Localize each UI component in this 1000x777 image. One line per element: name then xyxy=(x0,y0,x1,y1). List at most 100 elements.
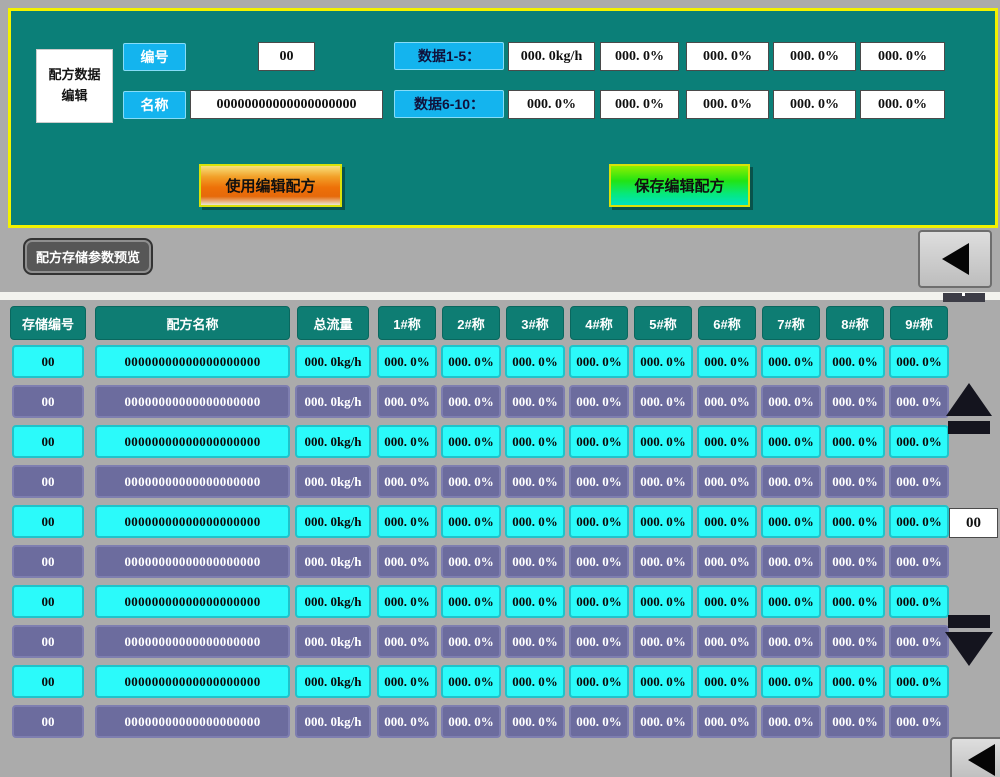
table-cell-scale-8: 000. 0% xyxy=(825,665,885,698)
table-cell-scale-2: 000. 0% xyxy=(441,465,501,498)
table-cell-scale-3: 000. 0% xyxy=(505,385,565,418)
table-cell-recipe-name: 00000000000000000000 xyxy=(95,545,290,578)
table-cell-scale-3: 000. 0% xyxy=(505,345,565,378)
table-cell-scale-6: 000. 0% xyxy=(697,425,757,458)
table-cell-recipe-name: 00000000000000000000 xyxy=(95,585,290,618)
table-cell-scale-4: 000. 0% xyxy=(569,465,629,498)
table-cell-scale-8: 000. 0% xyxy=(825,425,885,458)
table-cell-scale-6: 000. 0% xyxy=(697,585,757,618)
table-header-total-flow: 总流量 xyxy=(297,306,369,340)
table-cell-scale-8: 000. 0% xyxy=(825,625,885,658)
table-cell-total-flow: 000. 0kg/h xyxy=(295,705,371,738)
table-cell-scale-7: 000. 0% xyxy=(761,385,821,418)
table-cell-scale-5: 000. 0% xyxy=(633,705,693,738)
table-cell-scale-6: 000. 0% xyxy=(697,625,757,658)
table-cell-scale-4: 000. 0% xyxy=(569,665,629,698)
table-cell-scale-5: 000. 0% xyxy=(633,545,693,578)
table-cell-scale-6: 000. 0% xyxy=(697,505,757,538)
table-cell-recipe-name: 00000000000000000000 xyxy=(95,625,290,658)
table-cell-scale-6: 000. 0% xyxy=(697,385,757,418)
hmi-recipe-screen: 配方数据 编辑 编号 00 数据1-5： 000. 0kg/h 000. 0% … xyxy=(0,0,1000,777)
table-cell-recipe-name: 00000000000000000000 xyxy=(95,345,290,378)
table-cell-scale-5: 000. 0% xyxy=(633,345,693,378)
table-cell-recipe-name: 00000000000000000000 xyxy=(95,465,290,498)
table-cell-scale-4: 000. 0% xyxy=(569,585,629,618)
arrow-down-bar-icon xyxy=(948,615,990,628)
table-cell-total-flow: 000. 0kg/h xyxy=(295,665,371,698)
table-cell-scale-5: 000. 0% xyxy=(633,585,693,618)
table-cell-scale-9: 000. 0% xyxy=(889,705,949,738)
table-cell-recipe-name: 00000000000000000000 xyxy=(95,385,290,418)
arrow-up-bar-icon xyxy=(948,421,990,434)
table-cell-store-id: 00 xyxy=(12,705,84,738)
table-cell-scale-9: 000. 0% xyxy=(889,665,949,698)
table-cell-store-id: 00 xyxy=(12,345,84,378)
table-cell-store-id: 00 xyxy=(12,465,84,498)
table-cell-scale-2: 000. 0% xyxy=(441,665,501,698)
table-header-scale-8: 8#称 xyxy=(826,306,884,340)
table-cell-scale-9: 000. 0% xyxy=(889,505,949,538)
table-cell-scale-3: 000. 0% xyxy=(505,625,565,658)
back-button-bottom[interactable] xyxy=(950,737,1000,777)
table-cell-scale-3: 000. 0% xyxy=(505,465,565,498)
table-cell-scale-5: 000. 0% xyxy=(633,425,693,458)
table-cell-scale-4: 000. 0% xyxy=(569,425,629,458)
table-cell-scale-2: 000. 0% xyxy=(441,705,501,738)
table-cell-scale-8: 000. 0% xyxy=(825,465,885,498)
table-header-scale-3: 3#称 xyxy=(506,306,564,340)
table-cell-scale-6: 000. 0% xyxy=(697,665,757,698)
table-cell-scale-9: 000. 0% xyxy=(889,425,949,458)
table-cell-scale-1: 000. 0% xyxy=(377,385,437,418)
arrow-up-icon xyxy=(946,383,992,416)
arrow-down-icon xyxy=(945,632,993,666)
table-cell-scale-8: 000. 0% xyxy=(825,505,885,538)
table-cell-store-id: 00 xyxy=(12,545,84,578)
table-cell-scale-8: 000. 0% xyxy=(825,705,885,738)
table-cell-scale-1: 000. 0% xyxy=(377,705,437,738)
table-cell-scale-4: 000. 0% xyxy=(569,625,629,658)
page-number-field[interactable]: 00 xyxy=(949,508,998,538)
table-cell-scale-5: 000. 0% xyxy=(633,625,693,658)
table-cell-scale-3: 000. 0% xyxy=(505,545,565,578)
table-cell-scale-8: 000. 0% xyxy=(825,545,885,578)
table-cell-scale-7: 000. 0% xyxy=(761,625,821,658)
table-cell-scale-8: 000. 0% xyxy=(825,345,885,378)
table-cell-scale-6: 000. 0% xyxy=(697,705,757,738)
table-cell-scale-1: 000. 0% xyxy=(377,585,437,618)
table-cell-total-flow: 000. 0kg/h xyxy=(295,505,371,538)
table-cell-total-flow: 000. 0kg/h xyxy=(295,425,371,458)
table-cell-scale-1: 000. 0% xyxy=(377,505,437,538)
table-cell-scale-6: 000. 0% xyxy=(697,545,757,578)
table-cell-scale-2: 000. 0% xyxy=(441,545,501,578)
table-cell-total-flow: 000. 0kg/h xyxy=(295,545,371,578)
table-cell-scale-1: 000. 0% xyxy=(377,545,437,578)
table-cell-scale-7: 000. 0% xyxy=(761,705,821,738)
table-cell-recipe-name: 00000000000000000000 xyxy=(95,505,290,538)
table-cell-scale-2: 000. 0% xyxy=(441,505,501,538)
table-cell-scale-2: 000. 0% xyxy=(441,425,501,458)
table-cell-scale-6: 000. 0% xyxy=(697,465,757,498)
table-cell-scale-7: 000. 0% xyxy=(761,665,821,698)
table-cell-scale-9: 000. 0% xyxy=(889,585,949,618)
table-cell-total-flow: 000. 0kg/h xyxy=(295,465,371,498)
table-cell-scale-3: 000. 0% xyxy=(505,505,565,538)
table-header-scale-6: 6#称 xyxy=(698,306,756,340)
table-cell-scale-4: 000. 0% xyxy=(569,545,629,578)
table-cell-scale-7: 000. 0% xyxy=(761,545,821,578)
scroll-down-button[interactable] xyxy=(945,615,993,666)
table-header-scale-4: 4#称 xyxy=(570,306,628,340)
table-cell-scale-4: 000. 0% xyxy=(569,345,629,378)
table-cell-scale-3: 000. 0% xyxy=(505,665,565,698)
table-header-store-id: 存储编号 xyxy=(10,306,86,340)
table-cell-total-flow: 000. 0kg/h xyxy=(295,385,371,418)
table-cell-scale-9: 000. 0% xyxy=(889,625,949,658)
table-cell-scale-1: 000. 0% xyxy=(377,425,437,458)
table-cell-total-flow: 000. 0kg/h xyxy=(295,625,371,658)
scroll-up-button[interactable] xyxy=(945,383,993,434)
table-cell-scale-8: 000. 0% xyxy=(825,385,885,418)
table-cell-total-flow: 000. 0kg/h xyxy=(295,585,371,618)
table-cell-scale-1: 000. 0% xyxy=(377,625,437,658)
table-cell-scale-9: 000. 0% xyxy=(889,385,949,418)
table-cell-scale-1: 000. 0% xyxy=(377,345,437,378)
table-cell-scale-2: 000. 0% xyxy=(441,345,501,378)
